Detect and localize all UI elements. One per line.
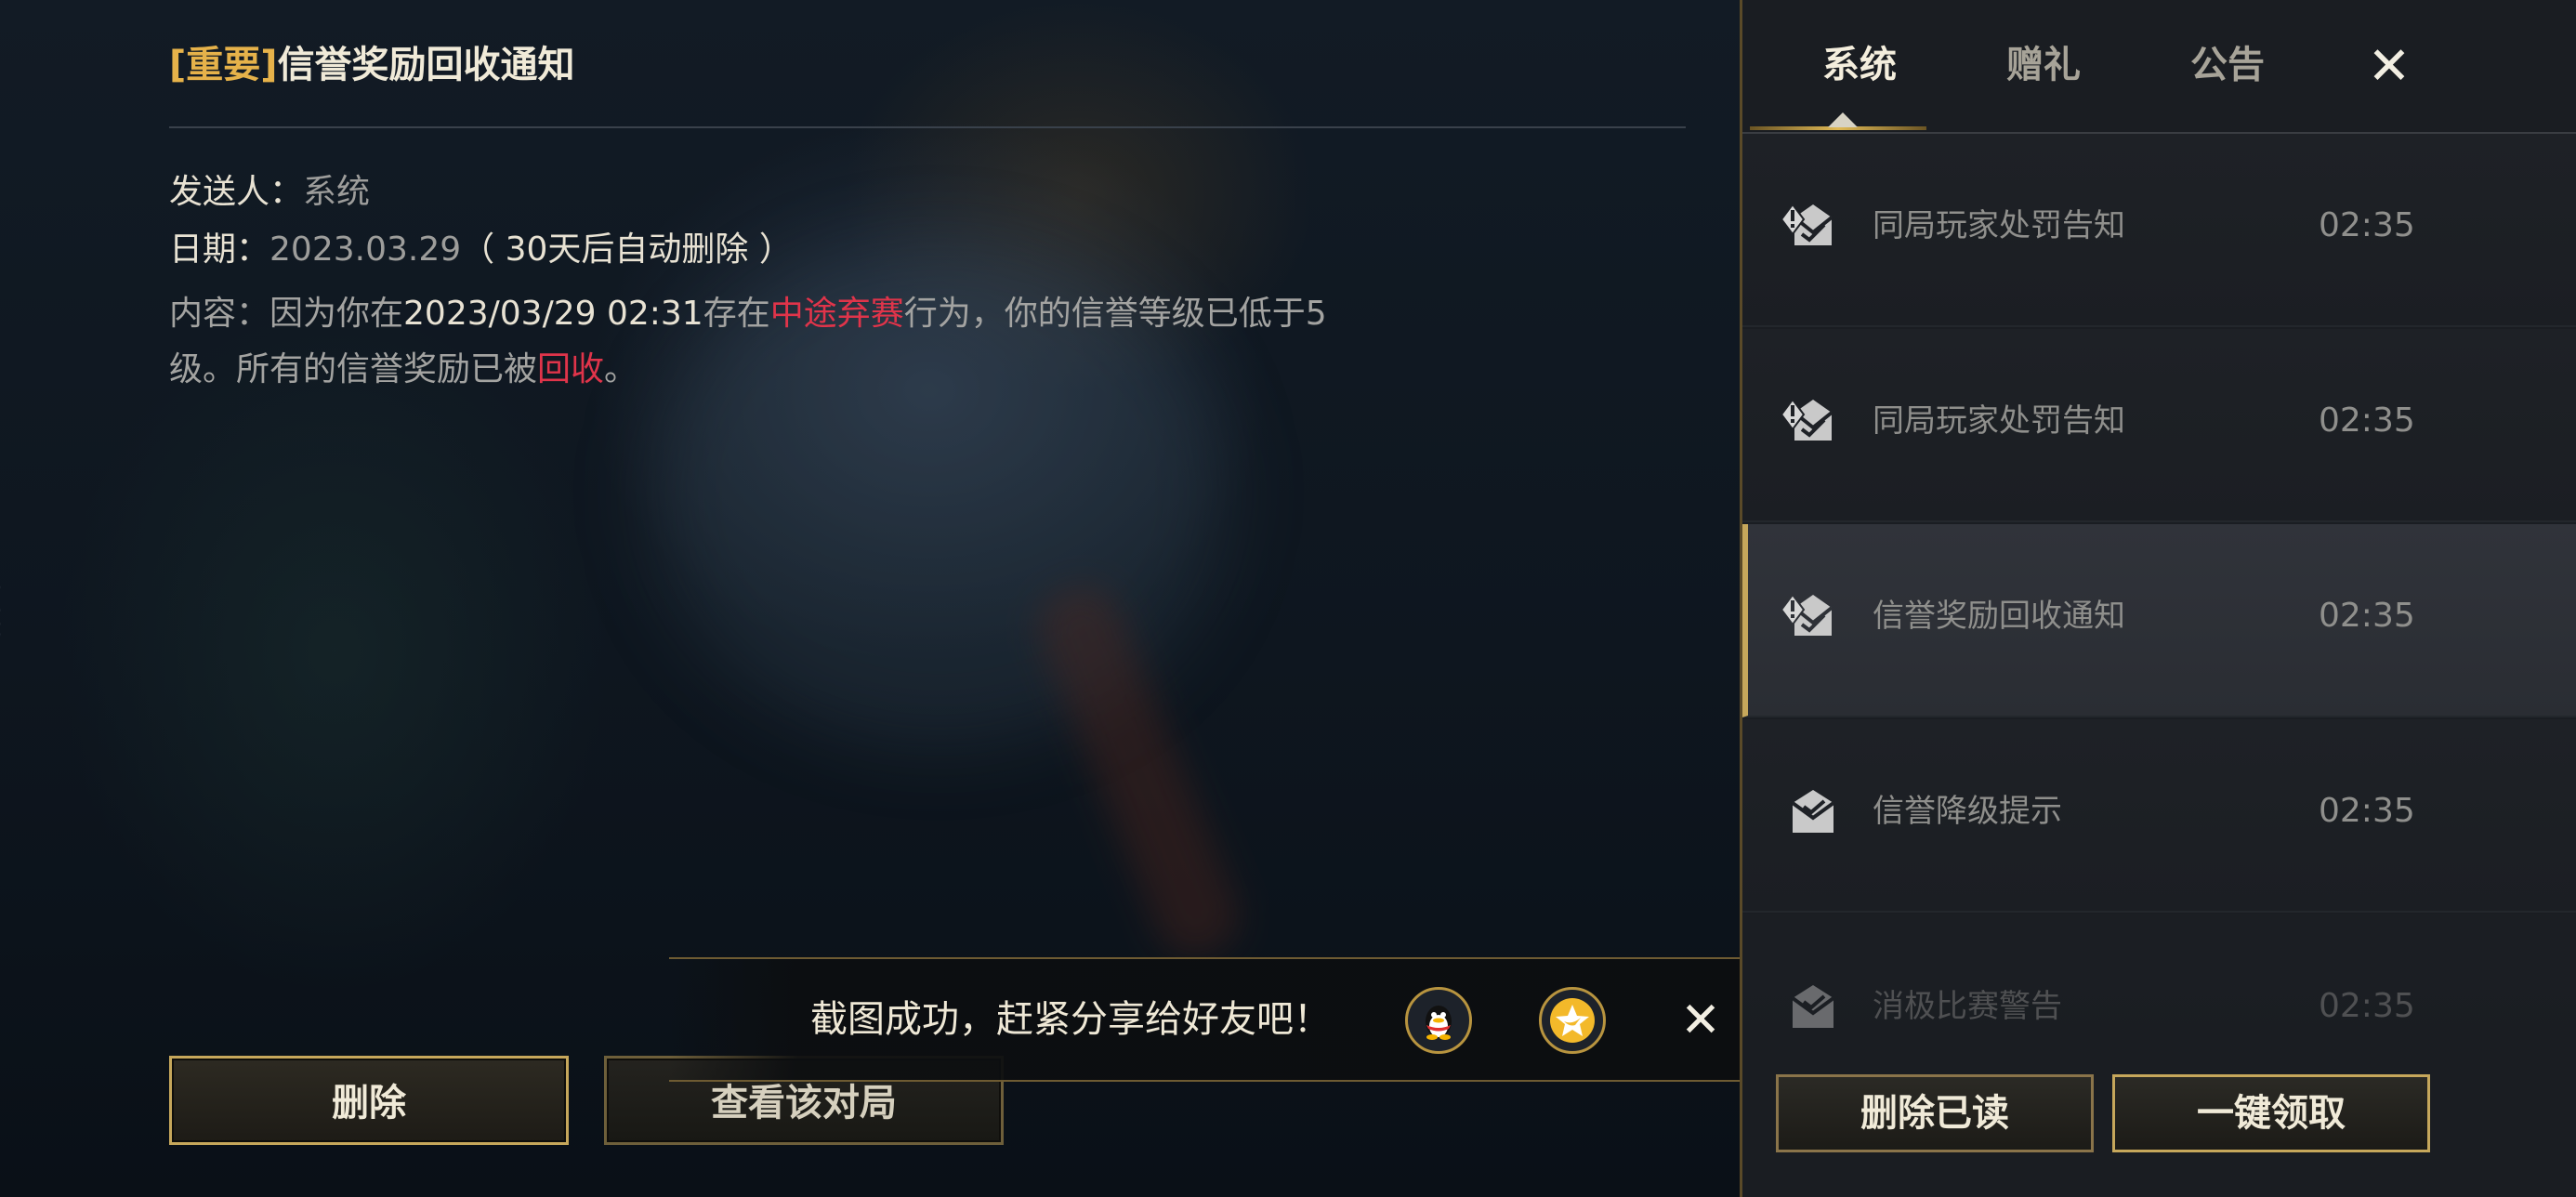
content-text: 级。所有的信誉奖励已被	[169, 350, 538, 388]
mail-title-text: 信誉奖励回收通知	[277, 44, 575, 86]
mail-warning-icon	[1780, 398, 1833, 441]
sender-line: 发送人：系统	[169, 169, 370, 216]
mail-subject: 信誉奖励回收通知	[1873, 598, 2125, 635]
qzone-share-button[interactable]	[1539, 987, 1606, 1054]
mail-tabs: 系统 赠礼 公告 ✕	[1742, 0, 2576, 134]
mail-time: 02:35	[2319, 206, 2415, 244]
divider	[169, 126, 1686, 128]
delete-read-button[interactable]: 删除已读	[1776, 1074, 2094, 1152]
mail-subject: 同局玩家处罚告知	[1873, 207, 2125, 244]
watermark-id: 1504368	[0, 558, 4, 641]
mail-time: 02:35	[2319, 987, 2415, 1025]
claim-all-button[interactable]: 一键领取	[2112, 1074, 2430, 1152]
sender-value: 系统	[303, 173, 371, 211]
content-text: 存在	[703, 295, 770, 333]
mail-panel: 系统 赠礼 公告 ✕ 同局玩家处罚告知 02:35 同局玩家处罚告知 02:35…	[1740, 0, 2576, 1197]
mail-warning-icon	[1780, 203, 1833, 245]
mail-detail-title: [重要]信誉奖励回收通知	[169, 37, 575, 93]
screenshot-toast: 截图成功，赶紧分享给好友吧！ ✕	[669, 957, 1740, 1082]
close-icon[interactable]: ✕	[2356, 33, 2423, 100]
qq-share-button[interactable]	[1405, 987, 1472, 1054]
mail-read-icon	[1791, 790, 1835, 833]
qq-penguin-icon	[1426, 1006, 1452, 1040]
active-tab-arrow	[1828, 112, 1858, 127]
toast-message: 截图成功，赶紧分享给好友吧！	[810, 998, 1331, 1041]
mail-time: 02:35	[2319, 401, 2415, 440]
list-item[interactable]: 信誉降级提示 02:35	[1742, 719, 2576, 913]
content-text: 。	[604, 350, 638, 388]
mail-time: 02:35	[2319, 792, 2415, 830]
mail-subject: 消极比赛警告	[1873, 988, 2062, 1025]
content-label: 内容：	[169, 295, 270, 333]
mail-subject: 信誉降级提示	[1873, 793, 2062, 830]
list-item-selected[interactable]: 信誉奖励回收通知 02:35	[1742, 524, 2576, 717]
mail-list: 同局玩家处罚告知 02:35 同局玩家处罚告知 02:35 信誉奖励回收通知 0…	[1742, 134, 2576, 1054]
content-violation: 中途弃赛	[769, 295, 904, 333]
importance-tag: [重要]	[169, 44, 278, 86]
list-item[interactable]: 同局玩家处罚告知 02:35	[1742, 329, 2576, 522]
mail-content: 内容：因为你在2023/03/29 02:31存在中途弃赛行为，你的信誉等级已低…	[169, 286, 1359, 398]
mail-time: 02:35	[2319, 597, 2415, 635]
tab-notice[interactable]: 公告	[2172, 37, 2283, 93]
content-text: 因为你在	[269, 295, 404, 333]
delete-button[interactable]: 删除	[169, 1056, 569, 1145]
date-line: 日期：2023.03.29（ 30天后自动删除 ）	[169, 227, 793, 273]
content-level: 5	[1305, 295, 1327, 333]
content-revoked: 回收	[537, 350, 605, 388]
mail-read-icon	[1791, 985, 1835, 1028]
content-text: 行为，你的信誉等级已低于	[903, 295, 1306, 333]
list-item[interactable]: 消极比赛警告 02:35	[1742, 914, 2576, 1054]
auto-delete-note: （ 30天后自动删除 ）	[461, 230, 793, 269]
mail-subject: 同局玩家处罚告知	[1873, 402, 2125, 440]
mail-warning-icon	[1780, 593, 1833, 636]
close-icon[interactable]: ✕	[1673, 993, 1728, 1048]
content-datetime: 2023/03/29 02:31	[403, 295, 703, 333]
qzone-star-icon	[1550, 998, 1595, 1043]
date-label: 日期：	[169, 230, 270, 269]
tab-system[interactable]: 系统	[1804, 37, 1915, 93]
tab-gift[interactable]: 赠礼	[1988, 37, 2099, 93]
date-value: 2023.03.29	[269, 230, 462, 269]
list-item[interactable]: 同局玩家处罚告知 02:35	[1742, 134, 2576, 327]
sender-label: 发送人：	[169, 173, 304, 211]
